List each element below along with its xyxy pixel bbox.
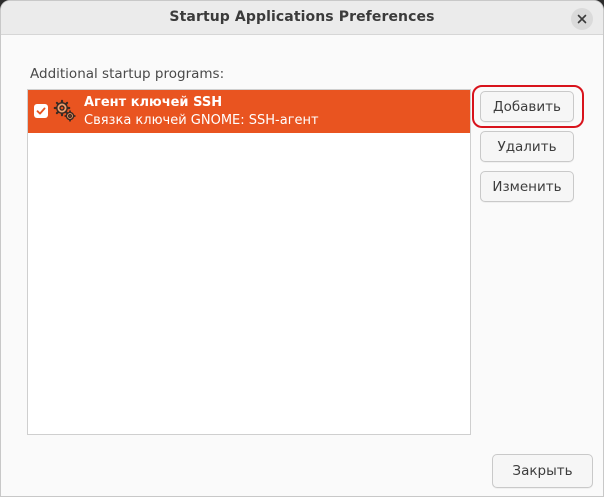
check-icon xyxy=(36,107,46,115)
program-description: Связка ключей GNOME: SSH-агент xyxy=(84,113,319,128)
startup-programs-list[interactable]: Агент ключей SSH Связка ключей GNOME: SS… xyxy=(27,89,471,435)
enabled-checkbox[interactable] xyxy=(34,104,48,118)
section-label: Additional startup programs: xyxy=(30,66,225,82)
edit-button[interactable]: Изменить xyxy=(480,171,574,202)
add-button[interactable]: Добавить xyxy=(480,91,574,122)
window-title: Startup Applications Preferences xyxy=(169,9,435,25)
program-name: Агент ключей SSH xyxy=(84,95,223,110)
startup-applications-window: Startup Applications Preferences Additio… xyxy=(0,0,604,497)
window-close-button[interactable] xyxy=(571,8,593,30)
title-bar: Startup Applications Preferences xyxy=(1,1,603,35)
remove-button[interactable]: Удалить xyxy=(480,131,574,162)
close-button[interactable]: Закрыть xyxy=(492,454,593,488)
list-item[interactable]: Агент ключей SSH Связка ключей GNOME: SS… xyxy=(28,90,470,133)
close-icon xyxy=(577,14,587,24)
gears-icon xyxy=(53,99,76,122)
